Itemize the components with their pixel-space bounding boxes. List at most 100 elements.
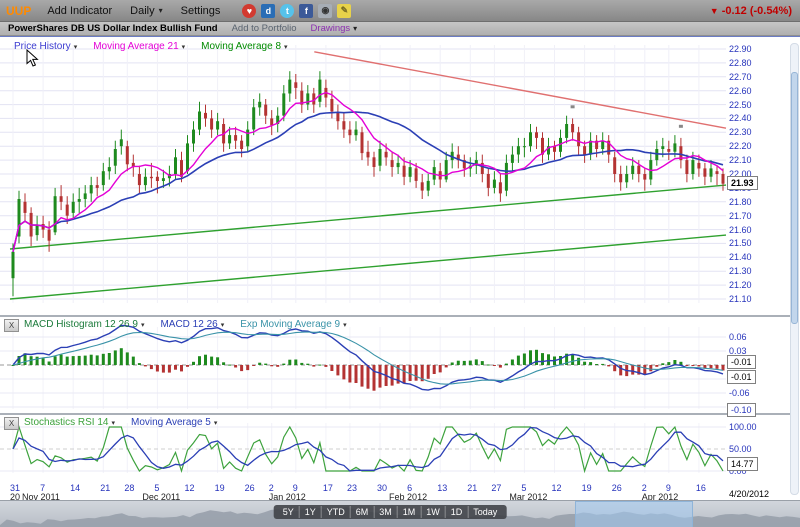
week-tick-label: 13 — [437, 483, 447, 493]
digg-icon[interactable]: d — [261, 4, 275, 18]
note-icon[interactable]: ✎ — [337, 4, 351, 18]
chevron-down-icon: ▾ — [343, 321, 347, 329]
range-buttons: 5Y 1Y YTD 6M 3M 1M 1W 1D Today — [274, 505, 507, 519]
week-tick-label: 19 — [582, 483, 592, 493]
symbol-ticker[interactable]: UUP — [6, 4, 31, 18]
add-indicator-button[interactable]: Add Indicator — [47, 5, 112, 17]
stock-chart-app: UUP Add Indicator Daily ▾ Settings ♥ d t… — [0, 0, 800, 527]
price-history-legend[interactable]: Price History ▾ — [14, 41, 77, 52]
legend-label: Exp Moving Average 9 — [240, 319, 340, 330]
legend-label: Moving Average 21 — [93, 41, 178, 52]
drawings-menu[interactable]: Drawings ▾ — [311, 23, 358, 34]
fund-name-label: PowerShares DB US Dollar Index Bullish F… — [8, 23, 218, 34]
price-pane-legend: Price History ▾ Moving Average 21 ▾ Movi… — [14, 41, 288, 52]
price-axis-label: 21.80 — [729, 197, 752, 207]
price-axis-label: 21.70 — [729, 211, 752, 221]
macd-chart-canvas[interactable] — [0, 317, 730, 413]
range-1d-button[interactable]: 1D — [446, 506, 469, 518]
stochastics-pane-legend: Stochastics RSI 14 ▾ Moving Average 5 ▾ — [24, 417, 217, 428]
week-tick-label: 17 — [323, 483, 333, 493]
price-axis-label: 22.10 — [729, 155, 752, 165]
settings-button[interactable]: Settings — [181, 5, 221, 17]
last-date-label: 4/20/2012 — [729, 489, 769, 499]
macd-axis-label: 0.06 — [729, 332, 747, 342]
week-tick-label: 28 — [124, 483, 134, 493]
twitter-icon[interactable]: t — [280, 4, 294, 18]
macd-legend[interactable]: MACD 12 26 ▾ — [160, 319, 224, 330]
range-1y-button[interactable]: 1Y — [300, 506, 322, 518]
price-axis-label: 22.70 — [729, 72, 752, 82]
legend-label: MACD 12 26 — [160, 319, 217, 330]
down-arrow-icon: ▼ — [710, 6, 719, 16]
range-ytd-button[interactable]: YTD — [322, 506, 351, 518]
drawings-label: Drawings — [311, 23, 351, 34]
range-6m-button[interactable]: 6M — [351, 506, 375, 518]
range-1w-button[interactable]: 1W — [421, 506, 446, 518]
legend-label: Stochastics RSI 14 — [24, 417, 108, 428]
week-tick-label: 21 — [100, 483, 110, 493]
navigator-selection[interactable] — [575, 501, 693, 527]
week-tick-label: 16 — [696, 483, 706, 493]
week-tick-label: 21 — [467, 483, 477, 493]
range-3m-button[interactable]: 3M — [374, 506, 398, 518]
price-axis-label: 21.40 — [729, 252, 752, 262]
vertical-scrollbar-thumb[interactable] — [791, 72, 798, 324]
macd-pane-legend: MACD Histogram 12 26 9 ▾ MACD 12 26 ▾ Ex… — [24, 319, 347, 330]
close-stochastics-pane-button[interactable]: X — [4, 417, 19, 430]
close-icon: X — [9, 419, 14, 428]
facebook-icon[interactable]: f — [299, 4, 313, 18]
top-toolbar: UUP Add Indicator Daily ▾ Settings ♥ d t… — [0, 0, 800, 22]
close-icon: X — [9, 321, 14, 330]
chevron-down-icon: ▾ — [141, 321, 145, 329]
week-tick-label: 26 — [612, 483, 622, 493]
share-icons: ♥ d t f ◉ ✎ — [242, 4, 351, 18]
mouse-cursor-icon — [26, 49, 39, 68]
legend-label: MACD Histogram 12 26 9 — [24, 319, 138, 330]
stoch-axis-label: 100.00 — [729, 422, 757, 432]
period-dropdown[interactable]: Daily ▾ — [130, 5, 162, 17]
chart-area: Price History ▾ Moving Average 21 ▾ Movi… — [0, 36, 800, 500]
macd-ema-badge: -0.10 — [727, 403, 756, 417]
price-axis-label: 22.40 — [729, 113, 752, 123]
stochastics-value-badge: 14.77 — [727, 457, 758, 471]
stochastics-rsi-legend[interactable]: Stochastics RSI 14 ▾ — [24, 417, 115, 428]
price-axis-label: 22.50 — [729, 100, 752, 110]
price-axis-label: 22.60 — [729, 86, 752, 96]
moving-average-8-legend[interactable]: Moving Average 8 ▾ — [201, 41, 287, 52]
vertical-scrollbar[interactable] — [790, 43, 799, 495]
week-tick-label: 19 — [215, 483, 225, 493]
price-axis-label: 21.60 — [729, 225, 752, 235]
week-tick-label: 27 — [491, 483, 501, 493]
macd-histogram-badge: -0.01 — [727, 355, 756, 369]
macd-histogram-legend[interactable]: MACD Histogram 12 26 9 ▾ — [24, 319, 144, 330]
add-to-portfolio-link[interactable]: Add to Portfolio — [232, 23, 297, 34]
macd-value-badge: -0.01 — [727, 370, 756, 384]
price-axis-label: 22.90 — [729, 44, 752, 54]
camera-icon[interactable]: ◉ — [318, 4, 332, 18]
price-change-label: -0.12 (-0.54%) — [722, 5, 792, 17]
moving-average-21-legend[interactable]: Moving Average 21 ▾ — [93, 41, 185, 52]
price-axis-label: 22.80 — [729, 58, 752, 68]
legend-label: Moving Average 5 — [131, 417, 211, 428]
exp-moving-average-legend[interactable]: Exp Moving Average 9 ▾ — [240, 319, 346, 330]
chevron-down-icon: ▾ — [182, 43, 186, 51]
price-axis-label: 22.20 — [729, 141, 752, 151]
price-axis-label: 21.50 — [729, 238, 752, 248]
timeline-navigator[interactable]: 5Y 1Y YTD 6M 3M 1M 1W 1D Today — [0, 500, 800, 527]
last-price-badge: 21.93 — [727, 176, 758, 190]
stoch-axis-label: 50.00 — [729, 444, 752, 454]
chevron-down-icon: ▾ — [111, 419, 115, 427]
chevron-down-icon: ▾ — [221, 321, 225, 329]
price-axis-label: 21.30 — [729, 266, 752, 276]
range-1m-button[interactable]: 1M — [398, 506, 422, 518]
range-5y-button[interactable]: 5Y — [278, 506, 300, 518]
price-axis-label: 21.20 — [729, 280, 752, 290]
x-axis: 3171421285121926291723306132127512192629… — [0, 481, 800, 501]
price-chart-canvas[interactable] — [0, 37, 730, 315]
close-macd-pane-button[interactable]: X — [4, 319, 19, 332]
week-tick-label: 12 — [552, 483, 562, 493]
range-today-button[interactable]: Today — [468, 506, 502, 518]
heart-icon[interactable]: ♥ — [242, 4, 256, 18]
moving-average-5-legend[interactable]: Moving Average 5 ▾ — [131, 417, 217, 428]
period-label: Daily — [130, 5, 154, 17]
